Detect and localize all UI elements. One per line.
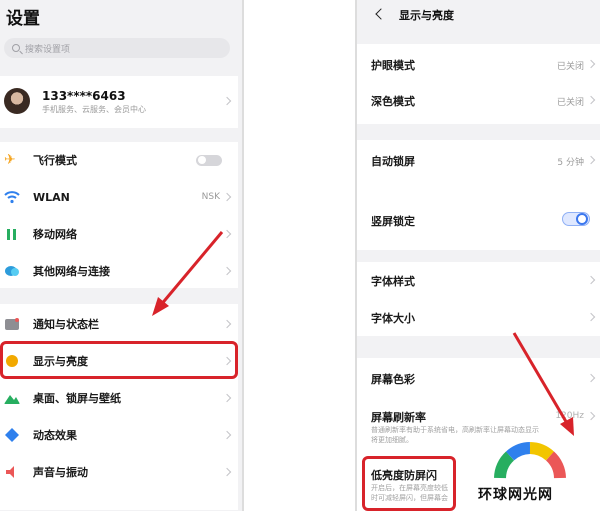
arrow-right <box>512 332 574 436</box>
watermark-text: 环球网光网 <box>478 487 553 503</box>
annotation-arrows <box>152 231 574 436</box>
arrow-left <box>152 231 224 316</box>
